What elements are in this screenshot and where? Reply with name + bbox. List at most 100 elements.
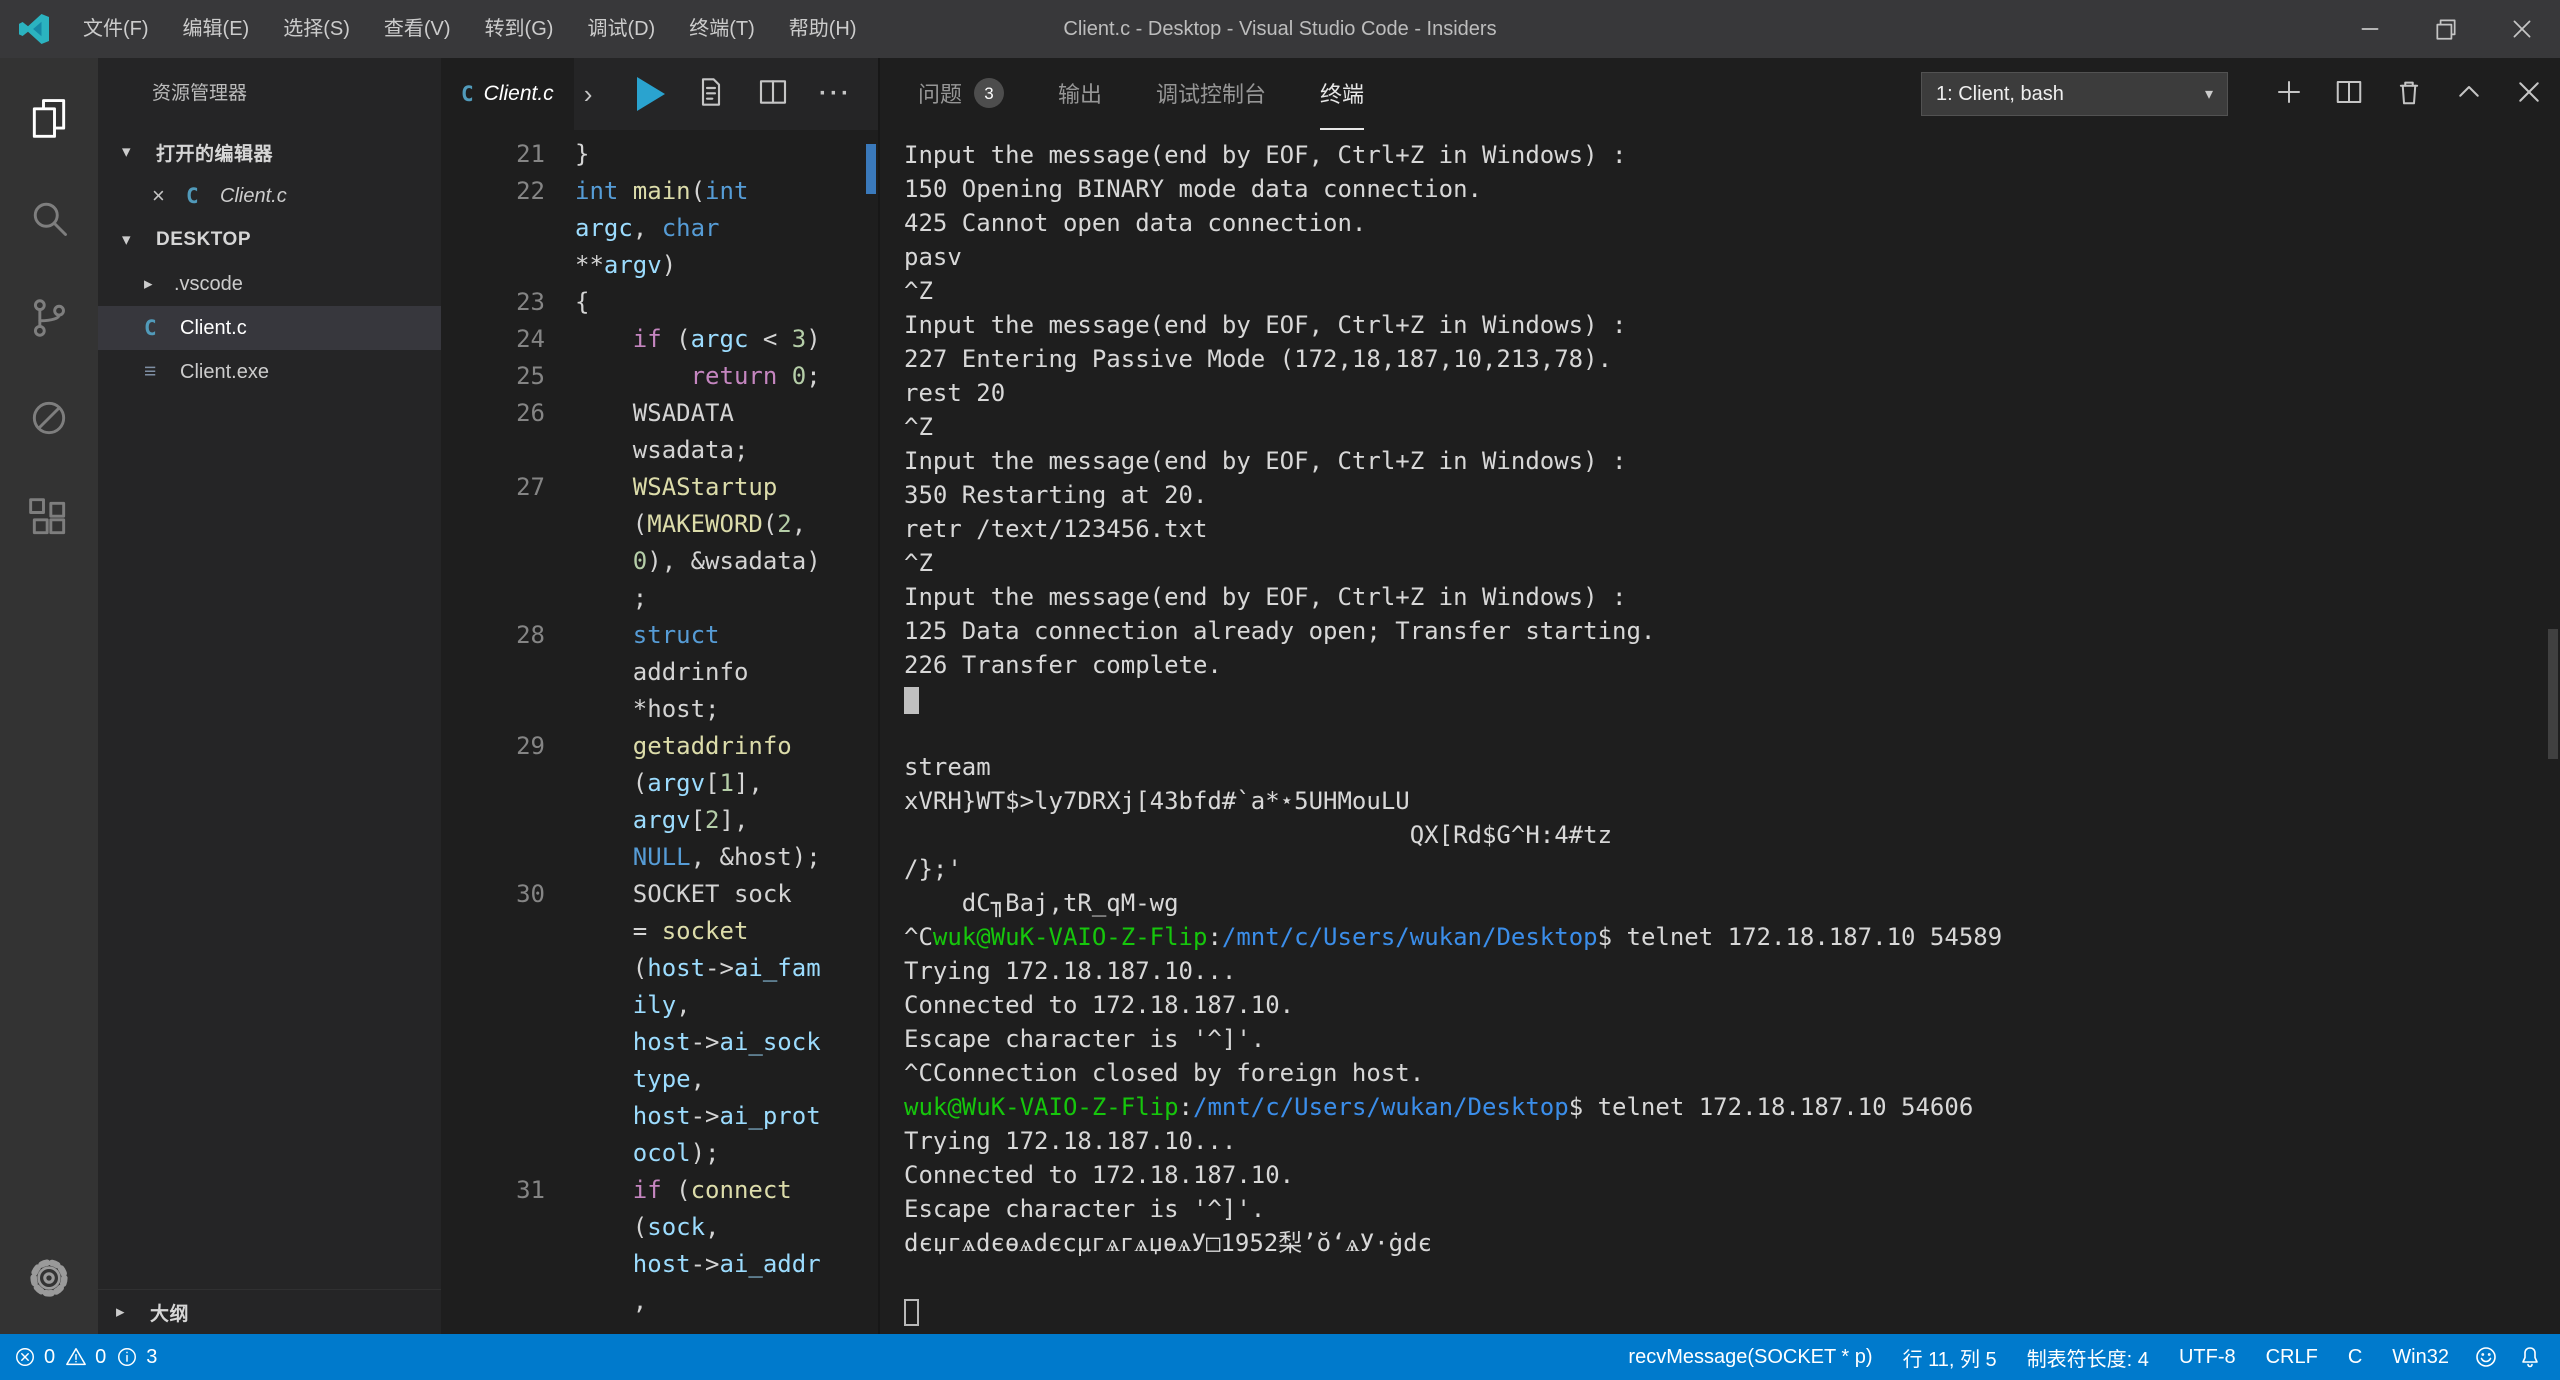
terminal-line: /};': [904, 852, 2560, 886]
open-editors-header[interactable]: ▾ 打开的编辑器: [98, 130, 441, 174]
code-text: (argv[1],: [575, 765, 763, 802]
activitybar-debug[interactable]: [0, 368, 98, 468]
line-number: [441, 987, 575, 1024]
line-number: [441, 1246, 575, 1283]
kill-terminal-button[interactable]: [2394, 77, 2424, 112]
window-controls: [2332, 0, 2560, 58]
open-preview-button[interactable]: [695, 76, 727, 113]
line-number: [441, 1024, 575, 1061]
code-line: addrinfo: [441, 654, 878, 691]
terminal-line: wuk@WuK-VAIO-Z-Flip:/mnt/c/Users/wukan/D…: [904, 1090, 2560, 1124]
file-item[interactable]: ▸.vscode: [98, 262, 441, 306]
split-terminal-button[interactable]: [2334, 77, 2364, 112]
status-item[interactable]: recvMessage(SOCKET * p): [1613, 1346, 1887, 1369]
split-editor-icon: [757, 76, 789, 108]
terminal-line: ^Z: [904, 274, 2560, 308]
notifications-button[interactable]: [2508, 1345, 2552, 1369]
terminal-content[interactable]: Input the message(end by EOF, Ctrl+Z in …: [880, 130, 2560, 1334]
terminal-line: [904, 682, 2560, 716]
editor-content[interactable]: 21}22int main(intargc, char**argv)23{24 …: [441, 130, 878, 1334]
tab-client-c[interactable]: C Client.c: [441, 58, 574, 130]
problems-status[interactable]: 0 0 3: [0, 1346, 157, 1369]
split-editor-button[interactable]: [757, 76, 789, 113]
code-line: (MAKEWORD(2,: [441, 506, 878, 543]
panel-tab-label: 调试控制台: [1156, 77, 1266, 109]
panel-tab[interactable]: 问题3: [918, 58, 1004, 130]
menu-item[interactable]: 调试(D): [570, 0, 672, 58]
file-item[interactable]: ≡Client.exe: [98, 350, 441, 394]
terminal-line: Input the message(end by EOF, Ctrl+Z in …: [904, 580, 2560, 614]
feedback-button[interactable]: [2464, 1345, 2508, 1369]
info-count: 3: [146, 1346, 157, 1369]
terminal-select-value: 1: Client, bash: [1936, 83, 2064, 106]
status-item[interactable]: CRLF: [2251, 1346, 2333, 1369]
code-text: SOCKET sock: [575, 876, 792, 913]
line-number: 31: [441, 1172, 575, 1209]
run-button[interactable]: [637, 77, 665, 111]
close-editor-icon[interactable]: ×: [152, 183, 186, 209]
minimize-button[interactable]: [2332, 0, 2408, 58]
code-text: argc, char: [575, 210, 720, 247]
status-item[interactable]: 制表符长度: 4: [2012, 1343, 2164, 1372]
folder-section-header[interactable]: ▾ DESKTOP: [98, 218, 441, 262]
activitybar-explorer[interactable]: [0, 68, 98, 168]
status-item[interactable]: Win32: [2377, 1346, 2464, 1369]
menu-item[interactable]: 转到(G): [468, 0, 571, 58]
code-line: *host;: [441, 691, 878, 728]
terminal-line: ^Cwuk@WuK-VAIO-Z-Flip:/mnt/c/Users/wukan…: [904, 920, 2560, 954]
chevron-right-icon[interactable]: ›: [584, 79, 593, 110]
smiley-icon: [2474, 1345, 2498, 1369]
panel-tab[interactable]: 调试控制台: [1156, 58, 1266, 130]
menu-item[interactable]: 帮助(H): [772, 0, 874, 58]
more-actions-button[interactable]: ···: [819, 80, 852, 108]
line-number: [441, 210, 575, 247]
code-line: 23{: [441, 284, 878, 321]
terminal-line: 226 Transfer complete.: [904, 648, 2560, 682]
status-item[interactable]: C: [2333, 1346, 2377, 1369]
code-line: (argv[1],: [441, 765, 878, 802]
terminal-select[interactable]: 1: Client, bash ▾: [1921, 72, 2228, 116]
status-item[interactable]: 行 11, 列 5: [1888, 1343, 2012, 1372]
code-line: 0), &wsadata): [441, 543, 878, 580]
file-preview-icon: [695, 76, 727, 108]
close-window-button[interactable]: [2484, 0, 2560, 58]
menu-item[interactable]: 选择(S): [266, 0, 367, 58]
restore-button[interactable]: [2408, 0, 2484, 58]
activitybar-source-control[interactable]: [0, 268, 98, 368]
terminal-line: retr /text/123456.txt: [904, 512, 2560, 546]
code-line: (host->ai_fam: [441, 950, 878, 987]
close-panel-button[interactable]: [2514, 77, 2544, 112]
file-item[interactable]: CClient.c: [98, 306, 441, 350]
code-line: NULL, &host);: [441, 839, 878, 876]
split-terminal-icon: [2334, 77, 2364, 107]
terminal-cursor: [904, 687, 919, 714]
settings-button[interactable]: [0, 1228, 98, 1328]
maximize-panel-button[interactable]: [2454, 77, 2484, 112]
minimize-icon: [2357, 16, 2383, 42]
outline-section-header[interactable]: ▸ 大纲: [98, 1289, 441, 1334]
menu-item[interactable]: 编辑(E): [166, 0, 267, 58]
line-number: 24: [441, 321, 575, 358]
line-number: [441, 543, 575, 580]
code-text: ,: [575, 1283, 647, 1320]
line-number: [441, 839, 575, 876]
activitybar-extensions[interactable]: [0, 468, 98, 568]
new-terminal-button[interactable]: [2274, 77, 2304, 112]
code-text: return 0;: [575, 358, 821, 395]
info-icon: [116, 1346, 138, 1368]
terminal-line: ^Z: [904, 546, 2560, 580]
activitybar-search[interactable]: [0, 168, 98, 268]
panel-tab[interactable]: 输出: [1058, 58, 1102, 130]
menu-item[interactable]: 查看(V): [367, 0, 468, 58]
code-text: if (connect: [575, 1172, 792, 1209]
menu-item[interactable]: 终端(T): [672, 0, 772, 58]
open-editor-item-client-c[interactable]: × C Client.c: [98, 174, 441, 218]
panel-tab[interactable]: 终端: [1320, 58, 1364, 130]
menu-item[interactable]: 文件(F): [66, 0, 166, 58]
terminal-scrollbar[interactable]: [2548, 629, 2558, 759]
close-icon: [2514, 77, 2544, 107]
code-line: ily,: [441, 987, 878, 1024]
status-item[interactable]: UTF-8: [2164, 1346, 2251, 1369]
code-line: 22int main(int: [441, 173, 878, 210]
code-text: addrinfo: [575, 654, 748, 691]
